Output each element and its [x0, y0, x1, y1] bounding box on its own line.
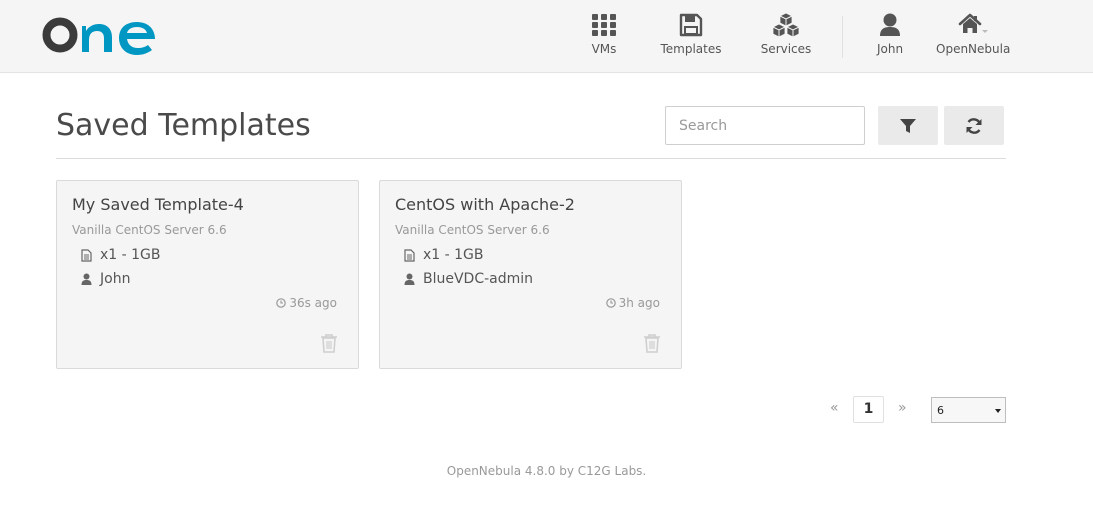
opennebula-logo[interactable]	[42, 14, 158, 56]
filter-button[interactable]	[878, 106, 938, 145]
capacity-text: x1 - 1GB	[100, 247, 161, 263]
clock-icon	[605, 298, 616, 308]
user-icon	[880, 13, 900, 36]
template-owner: BlueVDC-admin	[402, 271, 533, 287]
file-icon	[79, 248, 93, 262]
template-description: Vanilla CentOS Server 6.6	[72, 223, 227, 237]
template-capacity: x1 - 1GB	[79, 247, 161, 263]
nav-zone[interactable]: OpenNebula	[936, 12, 1010, 56]
trash-icon[interactable]	[320, 333, 338, 353]
owner-text: BlueVDC-admin	[423, 271, 534, 287]
nav-services[interactable]: Services	[759, 12, 813, 56]
capacity-text: x1 - 1GB	[423, 247, 484, 263]
pagination-prev[interactable]: «	[830, 400, 839, 416]
page-size-select[interactable]: 6	[931, 397, 1006, 423]
pagination-next[interactable]: »	[898, 400, 907, 416]
nav-zone-label: OpenNebula	[936, 42, 1011, 56]
nav-vms-label: VMs	[591, 42, 617, 56]
nav-templates-label: Templates	[660, 42, 722, 56]
nav-vms[interactable]: VMs	[587, 12, 621, 56]
page-size-value: 6	[937, 404, 944, 417]
refresh-icon	[966, 117, 982, 134]
template-capacity: x1 - 1GB	[402, 247, 484, 263]
title-divider	[56, 158, 1006, 159]
cubes-icon	[772, 12, 800, 38]
template-age: 3h ago	[605, 296, 660, 310]
age-text: 3h ago	[618, 296, 660, 310]
template-name: CentOS with Apache-2	[395, 195, 575, 214]
template-owner: John	[79, 271, 130, 287]
age-text: 36s ago	[289, 296, 337, 310]
home-icon	[958, 13, 988, 33]
user-icon	[79, 272, 93, 286]
template-age: 36s ago	[276, 296, 337, 310]
owner-text: John	[100, 271, 131, 287]
template-card[interactable]: CentOS with Apache-2 Vanilla CentOS Serv…	[379, 180, 682, 369]
search-input[interactable]	[665, 106, 865, 145]
nav-services-label: Services	[760, 42, 812, 56]
clock-icon	[276, 298, 287, 308]
chevron-down-icon	[995, 409, 1001, 413]
nav-user-label: John	[876, 42, 904, 56]
top-bar: VMs Templates Services John OpenNebula	[0, 0, 1093, 73]
file-icon	[402, 248, 416, 262]
nav-user[interactable]: John	[874, 12, 906, 56]
floppy-disk-icon	[679, 13, 703, 37]
nav-divider	[842, 16, 843, 58]
trash-icon[interactable]	[643, 333, 661, 353]
template-name: My Saved Template-4	[72, 195, 244, 214]
template-description: Vanilla CentOS Server 6.6	[395, 223, 550, 237]
grid-icon	[592, 14, 616, 36]
user-icon	[402, 272, 416, 286]
page-title: Saved Templates	[56, 108, 311, 143]
nav-templates[interactable]: Templates	[658, 12, 724, 56]
template-card[interactable]: My Saved Template-4 Vanilla CentOS Serve…	[56, 180, 359, 369]
footer-text: OpenNebula 4.8.0 by C12G Labs.	[446, 464, 647, 478]
refresh-button[interactable]	[944, 106, 1004, 145]
pagination-current-page[interactable]: 1	[853, 396, 884, 423]
filter-icon	[900, 118, 916, 133]
